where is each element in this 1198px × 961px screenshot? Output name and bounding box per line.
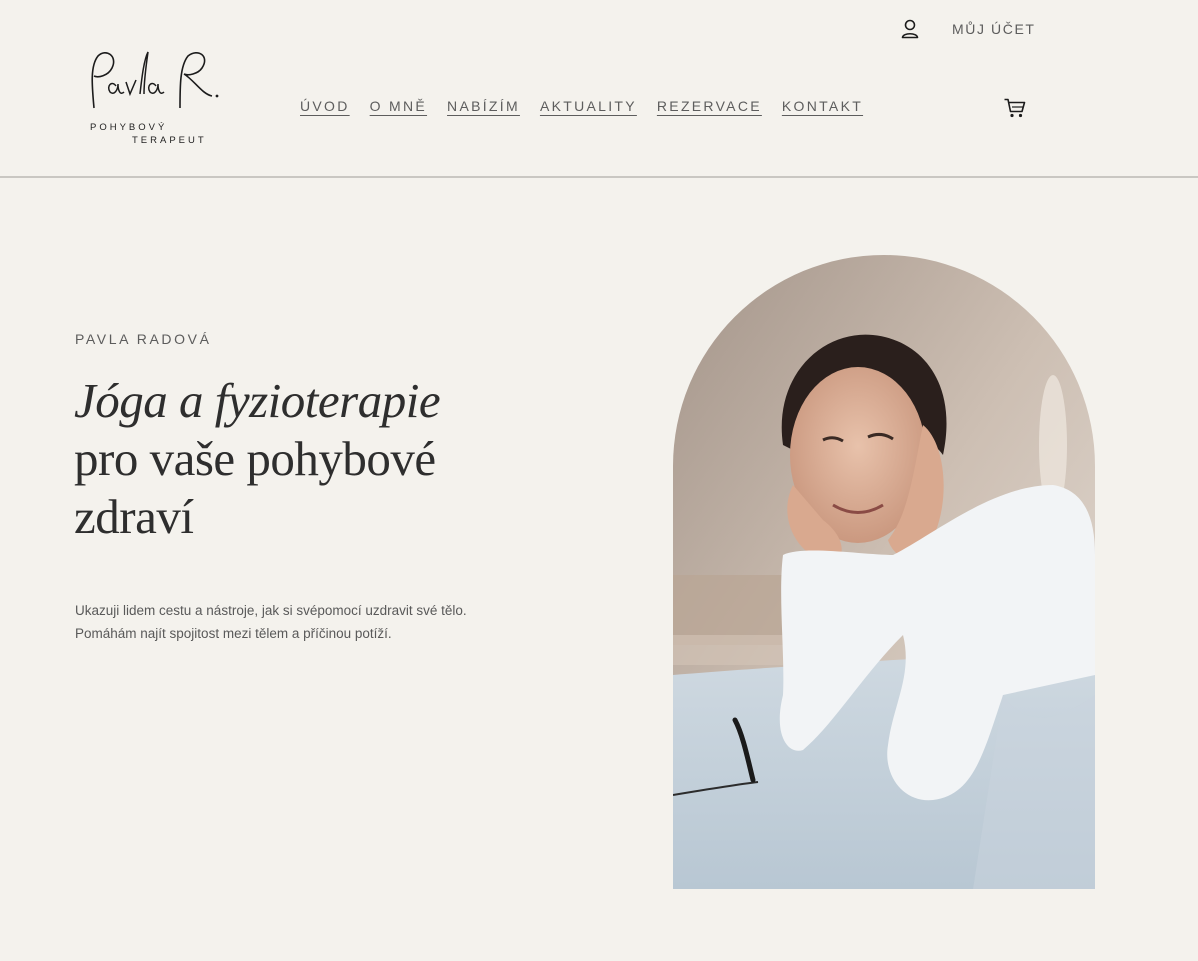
main-nav: ÚVOD O MNĚ NABÍZÍM AKTUALITY REZERVACE K… <box>300 98 883 114</box>
nav-item-uvod[interactable]: ÚVOD <box>300 98 350 114</box>
hero-headline-italic: Jóga a fyzioterapie <box>74 373 441 428</box>
site-header: POHYBOVÝ TERAPEUT ÚVOD O MNĚ NABÍZÍM AKT… <box>0 0 1198 178</box>
hero-headline: Jóga a fyzioterapie pro vaše pohybové zd… <box>74 372 544 546</box>
logo[interactable]: POHYBOVÝ TERAPEUT <box>84 46 234 152</box>
nav-item-rezervace[interactable]: REZERVACE <box>657 98 762 114</box>
hero-description: Ukazuji lidem cestu a nástroje, jak si s… <box>75 599 515 645</box>
nav-item-nabizim[interactable]: NABÍZÍM <box>447 98 520 114</box>
cart-icon <box>1004 98 1026 118</box>
logo-line-1: POHYBOVÝ <box>90 122 168 133</box>
hero-headline-rest: pro vaše pohybové zdraví <box>74 431 436 544</box>
hero-eyebrow: PAVLA RADOVÁ <box>75 331 212 347</box>
cart-button[interactable] <box>1003 97 1027 124</box>
hero-description-line-1: Ukazuji lidem cestu a nástroje, jak si s… <box>75 603 467 618</box>
nav-item-o-mne[interactable]: O MNĚ <box>370 98 427 114</box>
logo-script <box>91 51 219 109</box>
account-label: MŮJ ÚČET <box>952 21 1036 37</box>
nav-item-kontakt[interactable]: KONTAKT <box>782 98 863 114</box>
account-link[interactable]: MŮJ ÚČET <box>900 18 1036 40</box>
hero-description-line-2: Pomáhám najít spojitost mezi tělem a pří… <box>75 626 392 641</box>
nav-item-aktuality[interactable]: AKTUALITY <box>540 98 637 114</box>
user-icon <box>901 19 919 39</box>
hero-portrait-photo <box>673 255 1095 889</box>
logo-line-2: TERAPEUT <box>132 135 207 146</box>
